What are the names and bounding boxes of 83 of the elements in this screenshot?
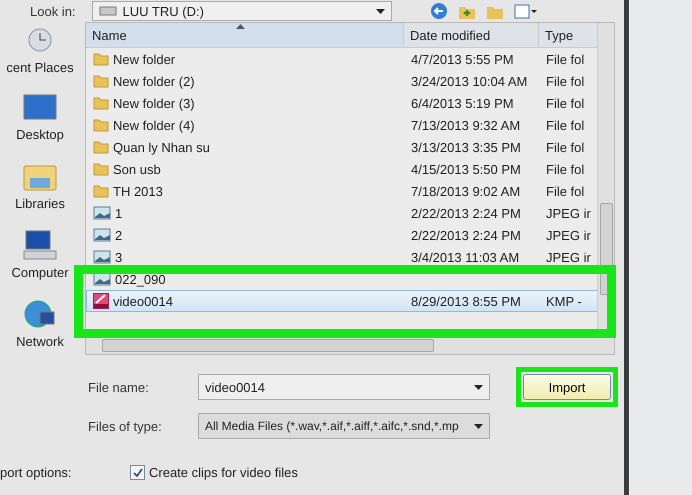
file-row[interactable]: New folder 4/7/2013 5:55 PM File fol bbox=[86, 48, 598, 70]
column-header[interactable]: Date modified bbox=[404, 23, 539, 47]
date-cell-text: 7/18/2013 9:02 AM bbox=[410, 184, 522, 198]
file-name: New folder (3) bbox=[113, 96, 195, 110]
folder-icon bbox=[93, 74, 109, 88]
computer-icon bbox=[22, 229, 58, 261]
type-cell-text: File fol bbox=[545, 184, 586, 198]
file-name-field[interactable]: video0014 bbox=[198, 374, 490, 400]
type-cell-text: JPEG ir bbox=[545, 228, 592, 242]
file-type-label: Files of type: bbox=[88, 418, 163, 434]
date-cell-text: 4/15/2013 5:50 PM bbox=[410, 162, 522, 176]
sidebar-item[interactable]: Network bbox=[16, 298, 64, 349]
file-row[interactable]: TH 2013 7/18/2013 9:02 AM File fol bbox=[86, 180, 598, 202]
file-row[interactable]: New folder (2) 3/24/2013 10:04 AM File fol bbox=[86, 70, 598, 92]
folder-icon bbox=[93, 52, 109, 66]
file-name: New folder (4) bbox=[113, 118, 195, 132]
type-cell-text: KMP - bbox=[545, 294, 583, 308]
file-name: video0014 bbox=[113, 294, 173, 308]
file-type-dropdown[interactable]: All Media Files (*.wav,*.aif,*.aiff,*.aifc,*.snd,*.mp bbox=[198, 413, 490, 439]
type-cell-text: File fol bbox=[545, 52, 586, 66]
file-name: New folder (2) bbox=[113, 74, 195, 88]
image-file-icon bbox=[93, 228, 111, 242]
file-name-label: File name: bbox=[88, 380, 150, 394]
file-row[interactable]: New folder (3) 6/4/2013 5:19 PM File fol bbox=[86, 92, 598, 114]
date-cell-text: 6/4/2013 5:19 PM bbox=[410, 96, 515, 110]
checkbox[interactable] bbox=[130, 465, 145, 480]
file-name: 3 bbox=[115, 250, 122, 264]
type-cell-text: JPEG ir bbox=[545, 206, 592, 220]
file-name: TH 2013 bbox=[113, 184, 163, 198]
drive-icon bbox=[98, 6, 117, 16]
view-menu-icon[interactable] bbox=[514, 2, 538, 20]
date-cell-text: 7/13/2013 9:32 AM bbox=[410, 118, 522, 132]
date-cell-text: 2/22/2013 2:24 PM bbox=[410, 206, 522, 220]
date-cell-text: 3/13/2013 3:35 PM bbox=[410, 140, 522, 154]
file-row[interactable]: Son usb 4/15/2013 5:50 PM File fol bbox=[86, 158, 598, 180]
folder-icon bbox=[93, 140, 109, 154]
import-button[interactable]: Import bbox=[523, 374, 611, 400]
sort-caret-icon bbox=[236, 24, 245, 29]
date-cell-text: 3/24/2013 10:04 AM bbox=[410, 74, 528, 88]
type-cell-text: File fol bbox=[545, 96, 586, 110]
look-in-label: Look in: bbox=[30, 4, 76, 18]
file-name: Son usb bbox=[113, 162, 161, 176]
file-name: Quan ly Nhan su bbox=[113, 140, 210, 154]
file-row[interactable]: 1 2/22/2013 2:24 PM JPEG ir bbox=[86, 202, 598, 224]
date-cell-text: 4/7/2013 5:55 PM bbox=[410, 52, 515, 66]
file-row[interactable]: 2 2/22/2013 2:24 PM JPEG ir bbox=[86, 224, 598, 246]
checkmark-icon bbox=[132, 468, 142, 478]
type-cell-text: File fol bbox=[545, 74, 586, 88]
type-cell-text: File fol bbox=[545, 162, 586, 176]
image-file-icon bbox=[93, 206, 111, 220]
video-file-icon bbox=[93, 293, 109, 309]
column-header[interactable]: Name bbox=[86, 23, 404, 47]
file-row[interactable]: video0014 8/29/2013 8:55 PM KMP - bbox=[86, 290, 598, 312]
options-label: port options: bbox=[0, 465, 73, 480]
date-cell-text: 3/4/2013 11:03 AM bbox=[410, 250, 520, 264]
folder-icon bbox=[93, 184, 109, 198]
type-cell-text: File fol bbox=[545, 118, 586, 132]
date-cell-text: 2/22/2013 2:24 PM bbox=[410, 228, 522, 242]
dropdown-arrow-icon bbox=[376, 8, 385, 14]
file-row[interactable]: New folder (4) 7/13/2013 9:32 AM File fol bbox=[86, 114, 598, 136]
date-cell-text: 8/29/2013 8:55 PM bbox=[410, 294, 522, 308]
folder-icon bbox=[93, 162, 109, 176]
sidebar-item[interactable]: Computer bbox=[11, 229, 69, 280]
folder-icon bbox=[93, 118, 109, 132]
file-name: 1 bbox=[115, 206, 122, 220]
create-clips-checkbox[interactable]: Create clips for video files bbox=[130, 465, 298, 480]
type-cell-text: File fol bbox=[545, 140, 586, 154]
type-cell-text: JPEG ir bbox=[545, 250, 592, 264]
folder-icon bbox=[93, 96, 109, 110]
file-name: 022_090 bbox=[115, 272, 166, 286]
dropdown-arrow-icon bbox=[474, 424, 483, 428]
image-file-icon bbox=[93, 272, 111, 286]
file-name: 2 bbox=[115, 228, 122, 242]
file-name: New folder bbox=[113, 52, 176, 66]
sidebar-item[interactable]: cent Places bbox=[6, 26, 74, 75]
sidebar-item[interactable]: Desktop bbox=[16, 93, 64, 142]
sidebar-item[interactable]: Libraries bbox=[15, 160, 65, 211]
file-row[interactable]: 3 3/4/2013 11:03 AM JPEG ir bbox=[86, 246, 598, 268]
image-file-icon bbox=[93, 250, 111, 264]
look-in-dropdown[interactable]: LUU TRU (D:) bbox=[92, 1, 392, 21]
scroll-thumb[interactable] bbox=[102, 339, 434, 352]
dropdown-arrow-icon bbox=[474, 384, 483, 390]
file-row[interactable]: Quan ly Nhan su 3/13/2013 3:35 PM File fol bbox=[86, 136, 598, 158]
